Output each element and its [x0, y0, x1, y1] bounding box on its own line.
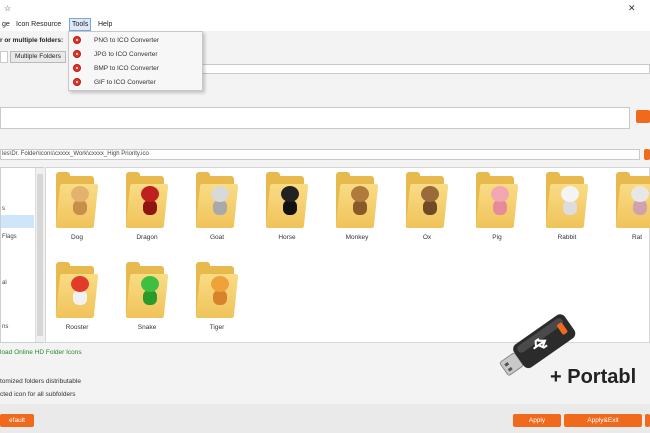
icon-caption: Rat: [631, 234, 643, 241]
zodiac-animal-icon: [208, 186, 232, 216]
zodiac-animal-icon: [628, 186, 650, 216]
download-online-icons-link[interactable]: load Online HD Folder Icons: [0, 349, 82, 356]
zodiac-animal-icon: [278, 186, 302, 216]
menu-item-label: JPG to ICO Converter: [94, 51, 158, 58]
tree-item[interactable]: Flags: [2, 234, 17, 240]
zodiac-animal-icon: [208, 276, 232, 306]
icon-caption: Horse: [278, 234, 296, 241]
apply-edge-button[interactable]: [636, 110, 650, 123]
zodiac-animal-icon: [68, 186, 92, 216]
menu-item-label: PNG to ICO Converter: [94, 37, 160, 44]
default-button[interactable]: efault: [0, 414, 34, 427]
folder-icon-tile[interactable]: [124, 260, 170, 318]
zodiac-animal-icon: [348, 186, 372, 216]
zodiac-animal-icon: [488, 186, 512, 216]
app-icon: ☆: [4, 4, 12, 13]
folder-icon-tile[interactable]: [614, 170, 650, 228]
folder-select-prompt: r or multiple folders:: [0, 37, 64, 44]
tree-item[interactable]: s: [2, 206, 5, 212]
promo-text: + Portabl: [550, 366, 637, 388]
folder-icon-tile[interactable]: [194, 260, 240, 318]
folder-icon-tile[interactable]: [474, 170, 520, 228]
menu-item-help[interactable]: Help: [96, 19, 114, 30]
converter-icon: [73, 64, 81, 72]
zodiac-animal-icon: [138, 186, 162, 216]
zodiac-animal-icon: [418, 186, 442, 216]
converter-icon: [73, 36, 81, 44]
folder-icon-tile[interactable]: [544, 170, 590, 228]
folder-icon-tile[interactable]: [334, 170, 380, 228]
menu-item-image[interactable]: ge: [0, 19, 12, 30]
icon-caption: Rabbit: [557, 234, 577, 241]
menu-item-gif-to-ico[interactable]: GIF to ICO Converter: [69, 76, 202, 89]
zodiac-animal-icon: [558, 186, 582, 216]
category-tree: s Flags al ns: [0, 167, 44, 343]
title-bar: ☆ ✕: [0, 0, 650, 18]
menu-item-bmp-to-ico[interactable]: BMP to ICO Converter: [69, 62, 202, 75]
scrollbar-thumb[interactable]: [37, 174, 43, 336]
folder-icon-tile[interactable]: [264, 170, 310, 228]
folder-icon-tile[interactable]: [124, 170, 170, 228]
icon-path-input[interactable]: les\Dr. Folder\icons\cxxxx_Work\cxxxx_Hi…: [0, 149, 640, 160]
browse-icon-button[interactable]: [644, 149, 650, 160]
option-distributable[interactable]: tomized folders distributable: [0, 378, 81, 385]
menu-item-jpg-to-ico[interactable]: JPG to ICO Converter: [69, 48, 202, 61]
apply-exit-button[interactable]: Apply&Exit: [564, 414, 642, 427]
icon-caption: Snake: [137, 324, 157, 331]
folder-icon-tile[interactable]: [194, 170, 240, 228]
menu-item-png-to-ico[interactable]: PNG to ICO Converter: [69, 34, 202, 47]
option-apply-subfolders[interactable]: cted icon for all subfolders: [0, 391, 76, 398]
apply-button[interactable]: Apply: [513, 414, 561, 427]
zodiac-animal-icon: [138, 276, 162, 306]
tree-item[interactable]: ns: [2, 324, 8, 330]
folder-type-select[interactable]: [0, 51, 8, 63]
tree-scrollbar[interactable]: [35, 168, 44, 342]
menu-item-icon-resource[interactable]: Icon Resource: [14, 19, 63, 30]
icon-caption: Rooster: [65, 324, 89, 331]
folder-icon-tile[interactable]: [404, 170, 450, 228]
menu-bar: ge Icon Resource Tools Help: [0, 18, 650, 31]
zodiac-animal-icon: [68, 276, 92, 306]
preview-field: [0, 107, 630, 129]
menu-item-label: BMP to ICO Converter: [94, 65, 159, 72]
icon-caption: Tiger: [209, 324, 225, 331]
converter-icon: [73, 50, 81, 58]
icon-caption: Dragon: [136, 234, 158, 241]
folder-icon-tile[interactable]: [54, 170, 100, 228]
icon-caption: Pig: [492, 234, 502, 241]
tree-item[interactable]: al: [2, 280, 7, 286]
icon-caption: Ox: [422, 234, 432, 241]
icon-caption: Goat: [209, 234, 225, 241]
extra-button[interactable]: [645, 414, 650, 427]
menu-item-label: GIF to ICO Converter: [94, 79, 156, 86]
icon-caption: Dog: [71, 234, 83, 241]
folder-icon-tile[interactable]: [54, 260, 100, 318]
tools-dropdown: PNG to ICO Converter JPG to ICO Converte…: [68, 31, 203, 91]
icon-caption: Monkey: [345, 234, 369, 241]
menu-item-tools[interactable]: Tools: [69, 18, 92, 31]
converter-icon: [73, 78, 81, 86]
tree-selection: [1, 215, 34, 228]
multiple-folders-button[interactable]: Multiple Folders: [10, 51, 66, 63]
close-icon[interactable]: ✕: [628, 3, 636, 14]
